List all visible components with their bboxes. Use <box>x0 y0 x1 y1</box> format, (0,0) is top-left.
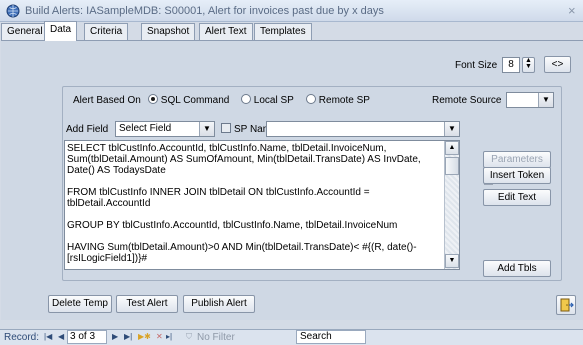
font-size-label: Font Size <box>455 60 498 71</box>
sql-command-text[interactable]: SELECT tblCustInfo.AccountId, tblCustInf… <box>67 143 445 264</box>
delete-temp-button[interactable]: Delete Temp <box>48 295 112 313</box>
alert-based-on-label: Alert Based On <box>73 95 141 106</box>
publish-alert-button[interactable]: Publish Alert <box>183 295 255 313</box>
add-tbls-button[interactable]: Add Tbls <box>483 260 551 277</box>
sql-command-option[interactable]: SQL Command <box>148 94 229 106</box>
title-bar: Build Alerts: IASampleMDB: S00001, Alert… <box>0 0 583 22</box>
tab-templates[interactable]: Templates <box>254 23 312 40</box>
tab-snapshot[interactable]: Snapshot <box>141 23 196 40</box>
search-input[interactable]: Search <box>296 330 366 344</box>
record-navigation-bar: Record: |◀ ◀ 3 of 3 ▶ ▶| ▶✱ ✕ ▸| ⛉ No Fi… <box>0 329 583 345</box>
font-size-value[interactable]: 8 <box>502 57 520 73</box>
no-filter-label[interactable]: No Filter <box>197 332 235 343</box>
add-field-label: Add Field <box>66 124 109 135</box>
record-position[interactable]: 3 of 3 <box>67 330 107 344</box>
scroll-thumb[interactable] <box>445 157 459 175</box>
sp-name-marker-icon <box>221 123 231 133</box>
insert-token-button[interactable]: Insert Token <box>483 167 551 184</box>
tab-general[interactable]: General <box>1 23 49 40</box>
record-label: Record: <box>4 332 40 343</box>
font-size-toggle-button[interactable]: <> <box>544 56 571 73</box>
close-icon[interactable]: × <box>568 3 576 18</box>
new-record-icon[interactable]: ▶✱ <box>138 332 151 341</box>
sp-name-select[interactable]: ▼ <box>266 121 460 137</box>
local-sp-radio[interactable] <box>241 94 251 104</box>
exit-button[interactable] <box>556 295 576 315</box>
window-title: Build Alerts: IASampleMDB: S00001, Alert… <box>25 5 384 17</box>
remote-source-select[interactable]: ▼ <box>506 92 554 108</box>
edit-text-button[interactable]: Edit Text <box>483 189 551 206</box>
last-record-icon[interactable]: ▶| <box>124 332 132 341</box>
chevron-down-icon[interactable]: ▼ <box>444 122 459 136</box>
app-globe-icon <box>6 4 20 18</box>
chevron-down-icon[interactable]: ▼ <box>199 122 214 136</box>
sql-command-textarea[interactable]: SELECT tblCustInfo.AccountId, tblCustInf… <box>64 140 460 270</box>
local-sp-option[interactable]: Local SP <box>241 94 294 106</box>
scroll-record-icon: ▸| <box>166 332 173 341</box>
tab-criteria[interactable]: Criteria <box>84 23 129 40</box>
scroll-up-icon[interactable]: ▲ <box>445 141 459 155</box>
add-field-select[interactable]: Select Field ▼ <box>115 121 215 137</box>
scroll-down-icon[interactable]: ▼ <box>445 254 459 268</box>
filter-icon: ⛉ <box>186 332 192 341</box>
delete-record-icon: ✕ <box>156 332 163 341</box>
chevron-down-icon[interactable]: ▼ <box>538 93 553 107</box>
test-alert-button[interactable]: Test Alert <box>116 295 178 313</box>
remote-sp-option[interactable]: Remote SP <box>306 94 370 106</box>
next-record-icon[interactable]: ▶ <box>112 332 118 341</box>
tab-data[interactable]: Data <box>44 21 78 41</box>
exit-door-icon <box>560 298 574 312</box>
first-record-icon[interactable]: |◀ <box>44 332 52 341</box>
tab-strip: General Data Criteria Snapshot Alert Tex… <box>0 21 583 41</box>
previous-record-icon[interactable]: ◀ <box>58 332 64 341</box>
remote-sp-radio[interactable] <box>306 94 316 104</box>
remote-source-label: Remote Source <box>432 95 502 106</box>
sql-scrollbar[interactable]: ▲ ▼ <box>444 141 459 269</box>
tab-alert-text[interactable]: Alert Text <box>199 23 253 40</box>
font-size-spinner[interactable]: ▲ ▼ <box>522 57 535 73</box>
parameters-button[interactable]: Parameters <box>483 151 551 168</box>
sql-command-radio[interactable] <box>148 94 158 104</box>
